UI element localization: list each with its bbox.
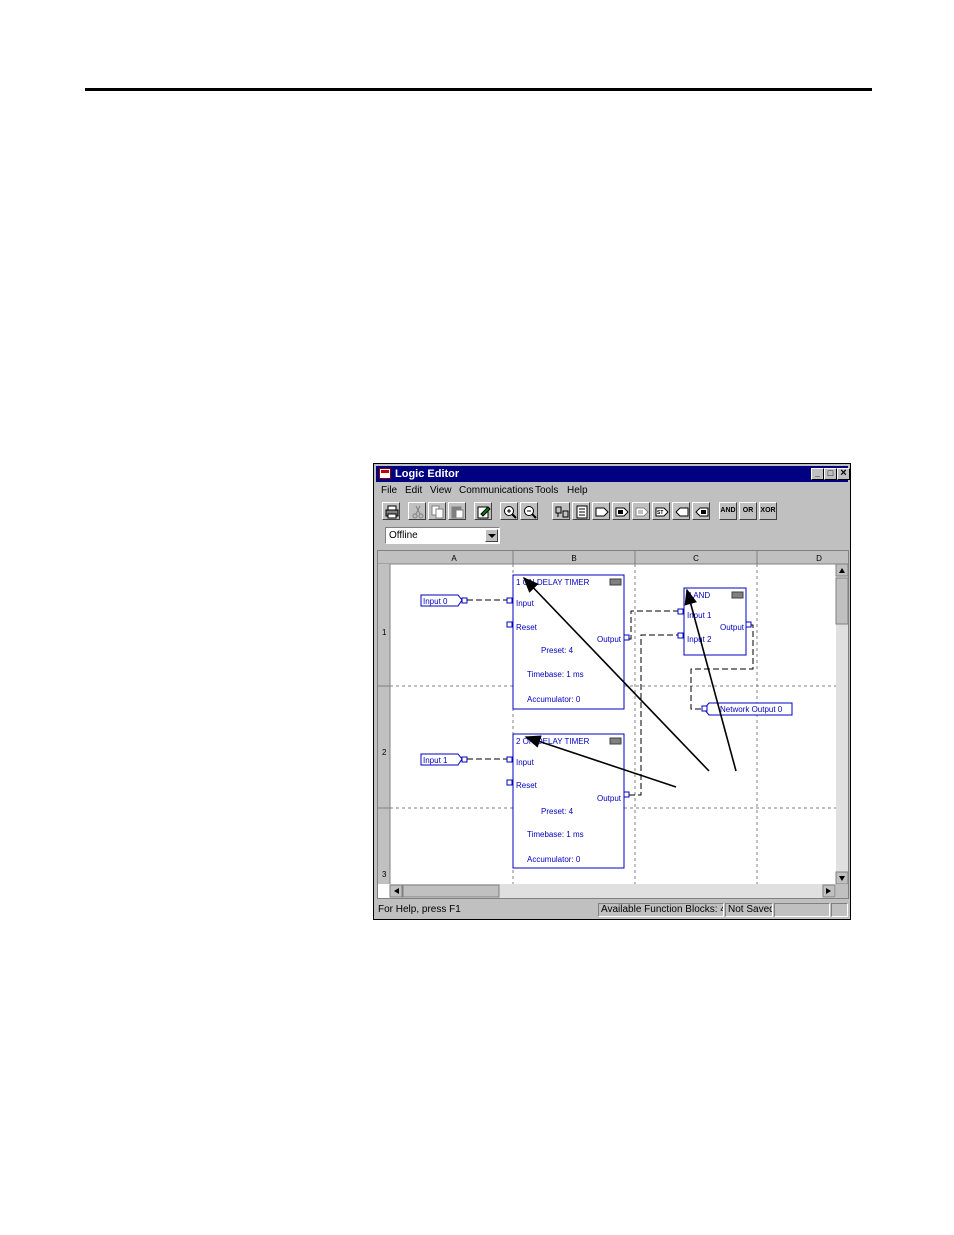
menu-edit[interactable]: Edit: [405, 485, 422, 496]
title-bar[interactable]: Logic Editor _ □ ×: [376, 466, 850, 482]
input-0-tag[interactable]: Input 0: [420, 594, 468, 607]
timer-1-timebase: Timebase: 1 ms: [527, 670, 584, 679]
status-tag-icon[interactable]: ST: [652, 502, 670, 520]
input-0-label: Input 0: [423, 597, 448, 606]
timer-1-reset: Reset: [516, 623, 538, 632]
timer-1-title: 1 ON DELAY TIMER: [516, 578, 590, 587]
minimize-button[interactable]: _: [811, 468, 824, 480]
horizontal-scrollbar[interactable]: [389, 884, 836, 898]
column-label-a: A: [451, 554, 457, 563]
vertical-scroll-thumb[interactable]: [835, 577, 848, 625]
and-block-button[interactable]: AND: [719, 502, 737, 520]
menu-tools[interactable]: Tools: [535, 485, 558, 496]
logic-editor-window: Logic Editor _ □ × File Edit View Commun…: [373, 463, 851, 920]
column-header: [378, 551, 848, 564]
page-header-rule: [85, 88, 872, 91]
app-icon[interactable]: [379, 468, 391, 479]
window-title: Logic Editor: [395, 468, 460, 480]
mode-select[interactable]: Offline: [385, 527, 500, 544]
maximize-button[interactable]: □: [824, 468, 837, 480]
status-bar: For Help, press F1 Available Function Bl…: [376, 903, 848, 918]
network-input-icon[interactable]: [612, 502, 630, 520]
timer-block-1[interactable]: 1 ON DELAY TIMER Input Reset Output Pres…: [506, 574, 630, 710]
size-grip-icon[interactable]: [831, 903, 848, 917]
menu-view[interactable]: View: [430, 485, 452, 496]
input-1-tag[interactable]: Input 1: [420, 753, 468, 766]
zoom-in-icon[interactable]: [500, 502, 518, 520]
function-block-icon[interactable]: [572, 502, 590, 520]
menu-file[interactable]: File: [381, 485, 397, 496]
timer-2-output: Output: [597, 794, 622, 803]
menu-communications[interactable]: Communications: [459, 485, 533, 496]
timer-2-title: 2 ON DELAY TIMER: [516, 737, 590, 746]
column-label-b: B: [571, 554, 576, 563]
timer-2-reset: Reset: [516, 781, 538, 790]
row-label-3: 3: [382, 870, 387, 879]
network-layout-icon[interactable]: [552, 502, 570, 520]
print-icon[interactable]: [382, 502, 400, 520]
toolbar: ST AND OR XOR: [377, 501, 847, 523]
xor-block-button[interactable]: XOR: [759, 502, 777, 520]
status-pane-empty: [774, 903, 830, 917]
and-3-input-1: Input 1: [687, 611, 712, 620]
timer-1-input: Input: [516, 599, 535, 608]
row-header: [378, 564, 390, 884]
scroll-corner: [836, 884, 848, 898]
timer-1-output: Output: [597, 635, 622, 644]
copy-icon[interactable]: [428, 502, 446, 520]
svg-text:ST: ST: [657, 510, 663, 516]
timer-block-2[interactable]: 2 ON DELAY TIMER Input Reset Output Pres…: [506, 733, 630, 869]
status-help-text: For Help, press F1: [378, 904, 461, 915]
disabled-tag-icon[interactable]: [632, 502, 650, 520]
mode-select-value: Offline: [389, 530, 418, 541]
network-output-0-tag[interactable]: Network Output 0: [701, 702, 793, 716]
menu-help[interactable]: Help: [567, 485, 588, 496]
input-1-label: Input 1: [423, 756, 448, 765]
logic-canvas[interactable]: A B C D 1 2 3 Input 0 Input 1 1 ON DELAY…: [377, 550, 849, 899]
and-3-title: 3 AND: [687, 591, 710, 600]
edit-properties-icon[interactable]: [474, 502, 492, 520]
column-label-c: C: [693, 554, 699, 563]
or-block-button[interactable]: OR: [739, 502, 757, 520]
paste-icon[interactable]: [448, 502, 466, 520]
timer-1-accumulator: Accumulator: 0: [527, 695, 581, 704]
zoom-out-icon[interactable]: [520, 502, 538, 520]
timer-2-timebase: Timebase: 1 ms: [527, 830, 584, 839]
timer-2-input: Input: [516, 758, 535, 767]
status-saved: Not Saved: [725, 903, 773, 917]
and-3-output: Output: [720, 623, 745, 632]
cut-icon[interactable]: [408, 502, 426, 520]
network-output-0-label: Network Output 0: [720, 705, 783, 714]
timer-1-preset: Preset: 4: [541, 646, 574, 655]
close-button[interactable]: ×: [837, 468, 850, 480]
input-tag-icon[interactable]: [592, 502, 610, 520]
horizontal-scroll-thumb[interactable]: [402, 884, 500, 898]
timer-2-preset: Preset: 4: [541, 807, 574, 816]
timer-2-accumulator: Accumulator: 0: [527, 855, 581, 864]
chevron-down-icon[interactable]: [485, 529, 498, 542]
output-tag-icon[interactable]: [672, 502, 690, 520]
column-label-d: D: [816, 554, 822, 563]
vertical-scrollbar[interactable]: [835, 563, 848, 885]
network-output-icon[interactable]: [692, 502, 710, 520]
status-available-blocks: Available Function Blocks: 45: [598, 903, 724, 917]
row-label-2: 2: [382, 748, 387, 757]
logic-diagram: A B C D 1 2 3 Input 0 Input 1 1 ON DELAY…: [378, 551, 848, 898]
row-label-1: 1: [382, 628, 387, 637]
